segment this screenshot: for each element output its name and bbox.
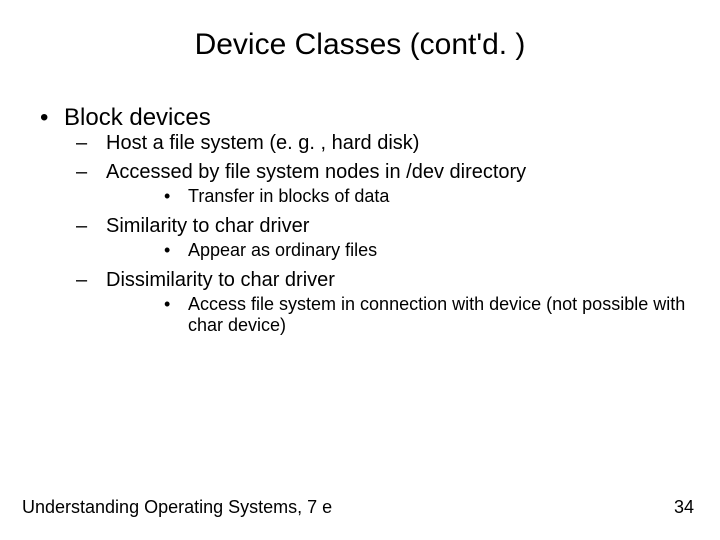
list-item: • Transfer in blocks of data — [164, 186, 690, 207]
dash-icon: – — [76, 215, 106, 238]
list-item-text: Host a file system (e. g. , hard disk) — [106, 132, 419, 155]
bullet-list: • Block devices – Host a file system (e.… — [30, 104, 690, 336]
bullet-icon: • — [164, 186, 188, 207]
list-item: • Appear as ordinary files — [164, 240, 690, 261]
list-item-text: Access file system in connection with de… — [188, 294, 690, 336]
list-item: – Accessed by file system nodes in /dev … — [76, 161, 690, 207]
list-item-text: Transfer in blocks of data — [188, 186, 389, 207]
footer-source: Understanding Operating Systems, 7 e — [22, 497, 332, 518]
list-item-text: Similarity to char driver — [106, 215, 309, 238]
list-item-text: Accessed by file system nodes in /dev di… — [106, 161, 526, 184]
list-item-text: Block devices — [64, 104, 211, 132]
list-item: • Access file system in connection with … — [164, 294, 690, 336]
list-item: – Host a file system (e. g. , hard disk) — [76, 132, 690, 155]
slide: Device Classes (cont'd. ) • Block device… — [0, 0, 720, 540]
list-item: – Similarity to char driver • Appear as … — [76, 215, 690, 261]
dash-icon: – — [76, 132, 106, 155]
bullet-icon: • — [164, 294, 188, 336]
dash-icon: – — [76, 161, 106, 184]
dash-icon: – — [76, 269, 106, 292]
list-item: – Dissimilarity to char driver • Access … — [76, 269, 690, 336]
list-item-text: Dissimilarity to char driver — [106, 269, 335, 292]
list-item: • Block devices – Host a file system (e.… — [30, 104, 690, 336]
page-number: 34 — [674, 497, 694, 518]
slide-title: Device Classes (cont'd. ) — [30, 28, 690, 62]
bullet-icon: • — [164, 240, 188, 261]
list-item-text: Appear as ordinary files — [188, 240, 377, 261]
bullet-icon: • — [30, 104, 64, 132]
